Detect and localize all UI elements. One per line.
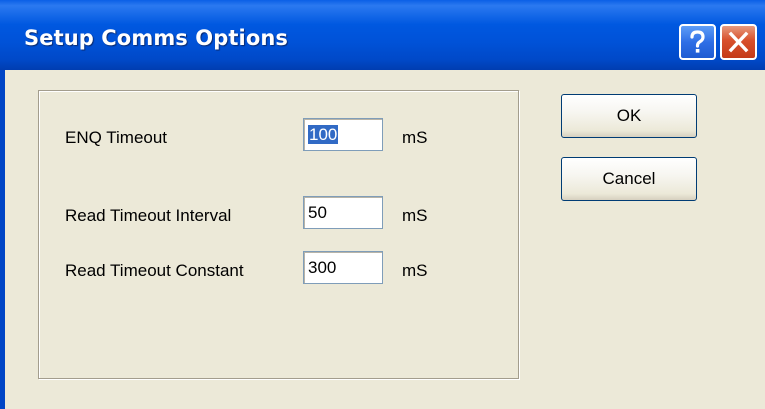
enq-timeout-label: ENQ Timeout [65,128,168,147]
enq-timeout-unit: mS [402,128,428,147]
help-icon [690,30,705,53]
enq-timeout-input[interactable]: 100 [303,118,383,151]
read-timeout-constant-value: 300 [308,258,337,277]
setup-comms-dialog: Setup Comms Options ENQ Timeout 100 mS R… [0,0,765,409]
read-timeout-interval-value: 50 [308,203,327,222]
read-timeout-constant-label: Read Timeout Constant [65,261,244,280]
read-timeout-constant-input[interactable]: 300 [303,251,383,284]
cancel-button[interactable]: Cancel [561,157,697,201]
help-button[interactable] [679,24,716,60]
ok-button[interactable]: OK [561,94,697,138]
read-timeout-interval-label: Read Timeout Interval [65,206,232,225]
read-timeout-constant-unit: mS [402,261,428,280]
title-bar[interactable]: Setup Comms Options [0,0,765,70]
enq-timeout-value: 100 [308,125,339,144]
close-button[interactable] [720,24,757,60]
read-timeout-interval-input[interactable]: 50 [303,196,383,229]
read-timeout-interval-unit: mS [402,206,428,225]
close-icon [728,31,749,53]
window-title: Setup Comms Options [24,26,289,50]
